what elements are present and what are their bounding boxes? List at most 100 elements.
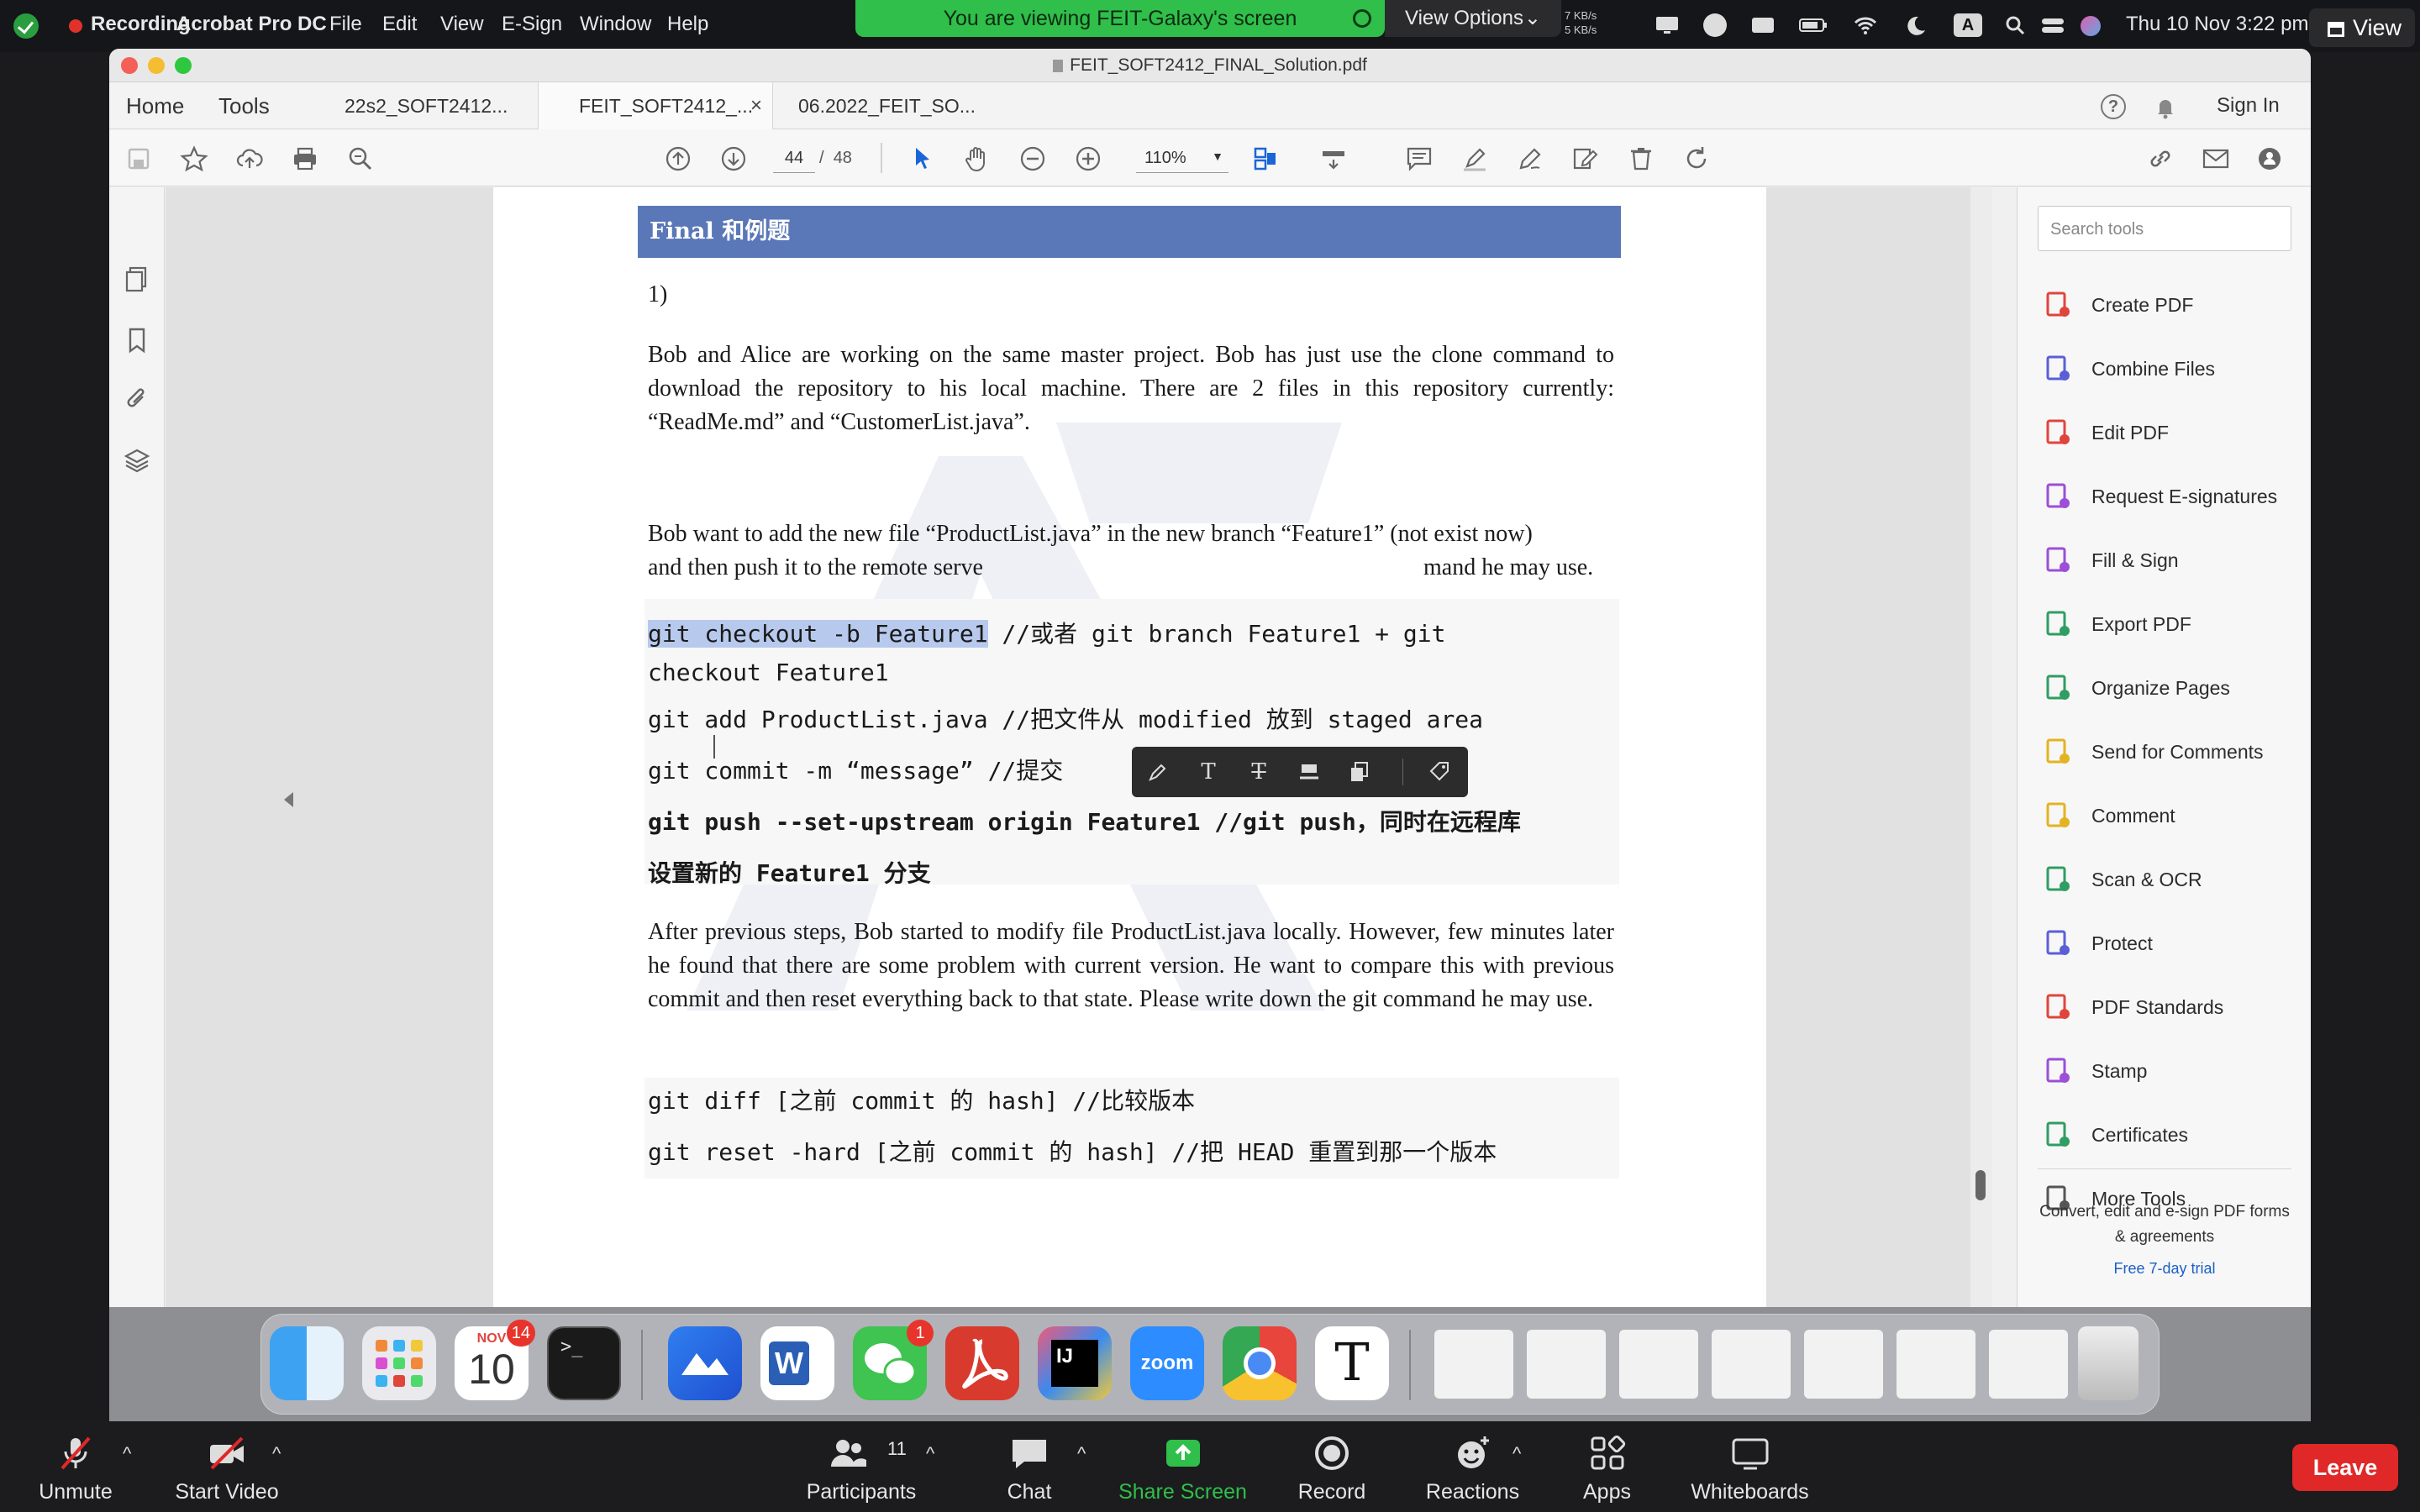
help-icon[interactable]: ? [2101,94,2126,119]
close-tab-icon[interactable]: × [750,82,762,129]
zoom-search-icon[interactable] [346,144,375,173]
minimized-window-thumbnail[interactable] [1619,1330,1698,1399]
chevron-up-icon[interactable]: ^ [123,1443,131,1465]
share-link-icon[interactable] [2146,144,2175,173]
print-icon[interactable] [291,144,319,173]
comment-icon[interactable] [1405,144,1434,173]
battery-icon[interactable] [1798,13,1827,37]
question-paragraph-2-line-2b[interactable]: mand he may use. [1423,551,1676,585]
chevron-up-icon[interactable]: ^ [272,1443,281,1465]
tool-combine-files[interactable]: Combine Files [2043,352,2303,386]
trash-bin-icon[interactable] [2078,1326,2139,1400]
control-center-icon[interactable] [2039,13,2066,37]
acrobat-icon[interactable] [945,1326,1019,1400]
sign-in-link[interactable]: Sign In [2217,82,2280,129]
search-tools-input[interactable]: Search tools [2038,206,2291,251]
whiteboards-button[interactable]: Whiteboards [1681,1421,1819,1512]
question-paragraph-2-line-2a[interactable]: and then push it to the remote serve [648,551,1009,585]
wechat-icon[interactable]: 1 [853,1320,934,1400]
scrollbar-thumb[interactable] [1975,1170,1986,1200]
question-paragraph-2-line-1[interactable]: Bob want to add the new file “ProductLis… [648,517,1614,551]
calendar-icon[interactable]: NOV 10 14 [455,1320,535,1400]
hand-tool-icon[interactable] [963,144,992,173]
apps-button[interactable]: Apps [1555,1421,1660,1512]
edit-text-icon[interactable] [1571,144,1600,173]
bell-icon[interactable] [2153,94,2178,119]
record-button[interactable]: Record [1277,1421,1386,1512]
zoom-app-icon[interactable]: zoom [1130,1326,1204,1400]
save-icon[interactable] [124,144,153,173]
pdf-page[interactable]: Final 和例题 1) Bob and Alice are working o… [493,187,1766,1307]
minimized-window-thumbnail[interactable] [1712,1330,1791,1399]
nav-home[interactable]: Home [126,82,184,129]
add-user-icon[interactable] [2257,144,2286,173]
menu-window[interactable]: Window [580,13,651,36]
answer-line-3[interactable]: git add ProductList.java //把文件从 modified… [648,701,1483,735]
answer-line-7[interactable]: git diff [之前 commit 的 hash] //比较版本 [648,1083,1195,1116]
unmute-button[interactable]: Unmute [17,1421,134,1512]
chevron-up-icon[interactable]: ^ [1512,1443,1521,1465]
tool-edit-pdf[interactable]: Edit PDF [2043,416,2303,449]
input-source-icon[interactable]: A [1954,13,1982,37]
text-icon[interactable]: T [1196,759,1221,785]
select-cursor-icon[interactable] [908,144,936,173]
tool-request-esignatures[interactable]: Request E-signatures [2043,480,2303,513]
free-trial-link[interactable]: Free 7-day trial [2038,1260,2291,1278]
answer-line-8[interactable]: git reset -hard [之前 commit 的 hash] //把 H… [648,1134,1497,1168]
underline-icon[interactable] [1297,759,1322,785]
grammarly-icon[interactable] [1703,13,1727,37]
tool-export-pdf[interactable]: Export PDF [2043,607,2303,641]
terminal-icon[interactable]: >_ [547,1326,621,1400]
copy-icon[interactable] [1347,759,1372,785]
menu-help[interactable]: Help [667,13,708,36]
highlight-pen-icon[interactable] [1460,144,1489,173]
page-fit-icon[interactable] [1252,144,1289,173]
answer-line-6[interactable]: 设置新的 Feature1 分支 [648,855,931,889]
minimized-window-thumbnail[interactable] [1527,1330,1606,1399]
intellij-icon[interactable]: IJ [1038,1326,1112,1400]
minimized-window-thumbnail[interactable] [1804,1330,1883,1399]
clock[interactable]: Thu 10 Nov 3:22 pm [2126,13,2308,36]
chevron-up-icon[interactable]: ^ [1077,1443,1086,1465]
tool-certificates[interactable]: Certificates [2043,1118,2303,1152]
highlight-icon[interactable] [1145,759,1171,785]
zoom-in-icon[interactable] [1074,144,1102,173]
minimize-window-button[interactable] [148,57,165,74]
maximize-window-button[interactable] [175,57,192,74]
selected-text[interactable]: git checkout -b Feature1 [648,620,988,648]
tool-protect[interactable]: Protect [2043,927,2303,960]
scroll-mode-icon[interactable] [1319,144,1348,173]
tool-organize-pages[interactable]: Organize Pages [2043,671,2303,705]
tool-stamp[interactable]: Stamp [2043,1054,2303,1088]
word-icon[interactable]: W [760,1326,834,1400]
minimized-window-thumbnail[interactable] [1989,1330,2068,1399]
star-icon[interactable] [180,144,208,173]
upload-cloud-icon[interactable] [235,144,264,173]
question-paragraph-1[interactable]: Bob and Alice are working on the same ma… [648,339,1614,439]
answer-line-2[interactable]: checkout Feature1 [648,659,889,686]
display-icon[interactable] [1654,13,1681,37]
menu-view[interactable]: View [440,13,484,36]
draw-icon[interactable] [1516,144,1544,173]
nav-tools[interactable]: Tools [218,82,270,129]
edit-tag-icon[interactable] [1428,759,1453,785]
tool-comment[interactable]: Comment [2043,799,2303,832]
collapse-left-panel-icon[interactable] [284,792,293,807]
page-number-input[interactable]: 44 [773,143,815,173]
finder-icon[interactable] [270,1326,344,1400]
layers-icon[interactable] [123,446,151,475]
strikethrough-icon[interactable]: T [1246,759,1271,785]
menu-edit[interactable]: Edit [382,13,417,36]
close-window-button[interactable] [121,57,138,74]
menu-esign[interactable]: E-Sign [502,13,562,36]
search-icon[interactable] [2002,13,2029,37]
attachment-icon[interactable] [123,385,151,413]
question-paragraph-3[interactable]: After previous steps, Bob started to mod… [648,916,1614,1016]
tab-document-2[interactable]: FEIT_SOFT2412_... × [538,82,773,129]
pages-thumbnail-icon[interactable] [123,265,151,293]
minimized-window-thumbnail[interactable] [1897,1330,1975,1399]
previous-page-icon[interactable] [664,144,692,173]
document-viewport[interactable]: Final 和例题 1) Bob and Alice are working o… [166,187,1974,1307]
app-menu[interactable]: Acrobat Pro DC [176,13,327,36]
wifi-icon[interactable] [1852,13,1879,37]
